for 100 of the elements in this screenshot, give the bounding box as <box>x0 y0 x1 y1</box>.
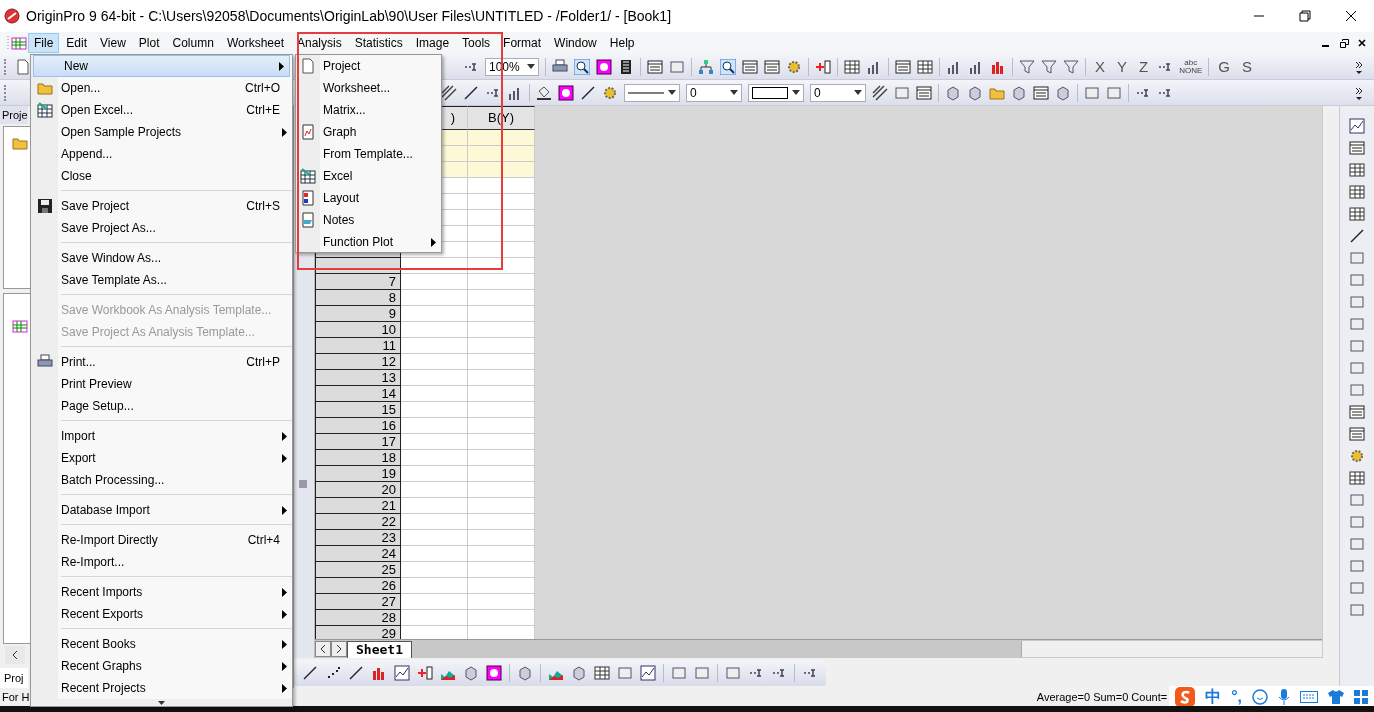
rectangle-icon[interactable] <box>1349 492 1365 508</box>
table-cell[interactable] <box>468 418 535 434</box>
film-icon[interactable] <box>618 58 634 75</box>
group-button[interactable]: S <box>1239 58 1255 75</box>
row-number[interactable]: 13 <box>315 370 401 386</box>
menu-item[interactable]: Recent Books <box>31 633 292 655</box>
previous-sheet-button[interactable] <box>315 641 331 657</box>
menu-item[interactable]: File <box>28 33 60 53</box>
cube-icon[interactable] <box>945 84 961 101</box>
cube-icon[interactable] <box>1011 84 1027 101</box>
add-column-icon[interactable] <box>417 665 433 681</box>
rectangle-icon[interactable] <box>1349 360 1365 376</box>
menu-item[interactable]: Save Project Ctrl+S <box>31 195 292 217</box>
rectangle-icon[interactable] <box>617 665 633 681</box>
sheet-tab[interactable]: Sheet1 <box>347 640 412 658</box>
rectangle-icon[interactable] <box>671 665 687 681</box>
table-cell[interactable] <box>468 178 535 194</box>
menu-item[interactable]: Graph <box>296 121 441 143</box>
table-cell[interactable] <box>401 386 468 402</box>
hatch-icon[interactable] <box>441 84 457 101</box>
table-cell[interactable] <box>468 402 535 418</box>
table-cell[interactable] <box>401 514 468 530</box>
axis-button[interactable]: Y <box>1114 58 1131 75</box>
table-cell[interactable] <box>468 338 535 354</box>
table-cell[interactable] <box>401 370 468 386</box>
palette-icon[interactable] <box>558 84 574 101</box>
table-cell[interactable] <box>401 338 468 354</box>
menu-item[interactable]: Recent Projects <box>31 677 292 699</box>
row-number[interactable]: 25 <box>315 562 401 578</box>
table-cell[interactable] <box>468 354 535 370</box>
table-cell[interactable] <box>468 130 535 146</box>
gear-icon[interactable] <box>602 84 618 101</box>
funnel-icon[interactable] <box>1019 58 1035 75</box>
menu-item[interactable]: Recent Graphs <box>31 655 292 677</box>
graph-icon[interactable] <box>394 665 410 681</box>
table-cell[interactable] <box>401 354 468 370</box>
rectangle-icon[interactable] <box>725 665 741 681</box>
palette-icon[interactable] <box>486 665 502 681</box>
menu-item[interactable]: Notes <box>296 209 441 231</box>
row-number[interactable]: 23 <box>315 530 401 546</box>
menu-item[interactable]: Re-Import... <box>31 551 292 573</box>
cube-icon[interactable] <box>571 665 587 681</box>
menu-item[interactable]: Layout <box>296 187 441 209</box>
grid-icon[interactable] <box>1349 470 1365 486</box>
table-cell[interactable] <box>468 626 535 639</box>
rectangle-icon[interactable] <box>1349 382 1365 398</box>
table-cell[interactable] <box>401 434 468 450</box>
worksheet-icon[interactable] <box>12 318 28 334</box>
table-cell[interactable] <box>468 290 535 306</box>
table-icon[interactable] <box>1349 140 1365 156</box>
menu-item[interactable]: From Template... <box>296 143 441 165</box>
explorer-tab[interactable]: Proje <box>0 106 28 124</box>
table-cell[interactable] <box>401 498 468 514</box>
grid-icon[interactable] <box>1349 162 1365 178</box>
next-sheet-button[interactable] <box>331 641 347 657</box>
table-cell[interactable] <box>468 370 535 386</box>
table-cell[interactable] <box>401 450 468 466</box>
table-cell[interactable] <box>401 530 468 546</box>
folder-icon[interactable] <box>12 135 28 151</box>
menu-item[interactable]: Page Setup... <box>31 395 292 417</box>
grid-icon[interactable] <box>594 665 610 681</box>
line-plot-icon[interactable] <box>463 84 479 101</box>
number-combo[interactable]: 0 <box>686 83 742 102</box>
input-mode-button[interactable]: 中 <box>1205 686 1222 708</box>
palette-icon[interactable] <box>596 58 612 75</box>
rectangle-icon[interactable] <box>1349 272 1365 288</box>
funnel-icon[interactable] <box>1041 58 1057 75</box>
row-number[interactable]: 11 <box>315 338 401 354</box>
rectangle-icon[interactable] <box>1349 514 1365 530</box>
menu-item[interactable]: Save Project As... <box>31 217 292 239</box>
table-icon[interactable] <box>916 84 932 101</box>
menu-item[interactable]: Worksheet... <box>296 77 441 99</box>
rectangle-icon[interactable] <box>1106 84 1122 101</box>
menu-item[interactable]: Window <box>548 33 603 53</box>
row-number[interactable]: 10 <box>315 322 401 338</box>
menu-item[interactable]: Statistics <box>348 33 409 53</box>
scroll-left-button[interactable] <box>5 646 25 664</box>
table-cell[interactable] <box>468 162 535 178</box>
table-cell[interactable] <box>401 466 468 482</box>
table-cell[interactable] <box>401 322 468 338</box>
table-cell[interactable] <box>468 530 535 546</box>
row-number[interactable]: 21 <box>315 498 401 514</box>
row-number[interactable]: 14 <box>315 386 401 402</box>
microphone-icon[interactable] <box>1278 689 1290 705</box>
table-cell[interactable] <box>401 594 468 610</box>
row-number[interactable]: 24 <box>315 546 401 562</box>
grid-icon[interactable] <box>1349 206 1365 222</box>
row-number[interactable]: 26 <box>315 578 401 594</box>
table-cell[interactable] <box>401 306 468 322</box>
scatter-plot-icon[interactable] <box>325 665 341 681</box>
menu-item[interactable]: Save Template As... <box>31 269 292 291</box>
menu-item[interactable]: Save Window As... <box>31 247 292 269</box>
line-style-combo[interactable] <box>624 83 680 102</box>
cube-icon[interactable] <box>517 665 533 681</box>
table-cell[interactable] <box>468 146 535 162</box>
menu-item[interactable]: Re-Import Directly Ctrl+4 <box>31 529 292 551</box>
row-number[interactable]: 8 <box>315 290 401 306</box>
ime-logo-icon[interactable] <box>1175 687 1196 707</box>
axis-button[interactable]: X <box>1092 58 1108 75</box>
table-cell[interactable] <box>401 274 468 290</box>
